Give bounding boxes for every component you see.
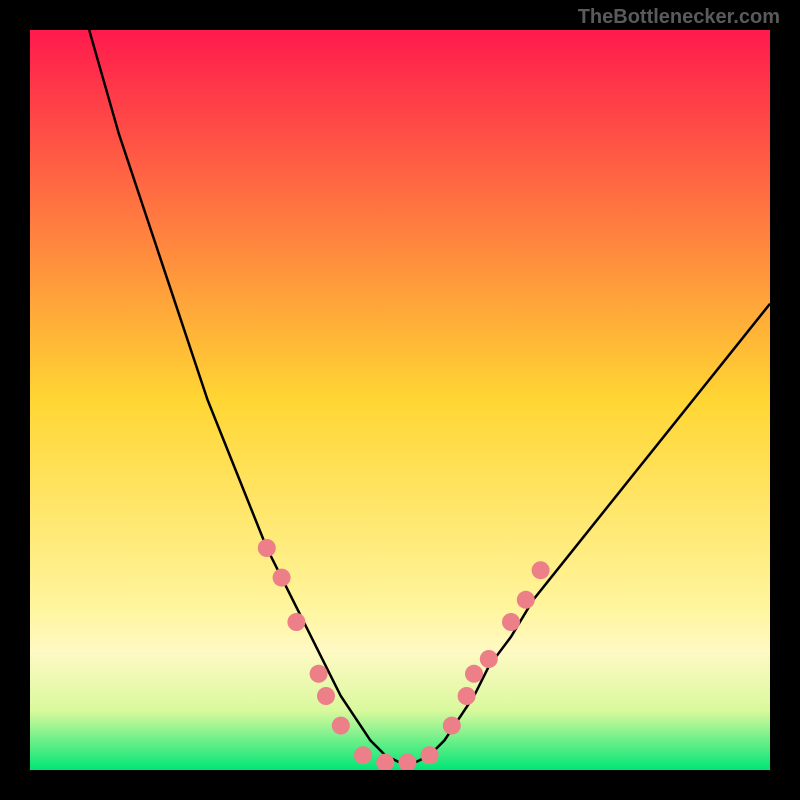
curve-marker [421, 746, 439, 764]
curve-marker [465, 665, 483, 683]
curve-marker [317, 687, 335, 705]
curve-marker [517, 591, 535, 609]
curve-marker [443, 717, 461, 735]
chart-svg [30, 30, 770, 770]
curve-marker [458, 687, 476, 705]
curve-marker [480, 650, 498, 668]
curve-marker [532, 561, 550, 579]
curve-marker [287, 613, 305, 631]
curve-marker [310, 665, 328, 683]
chart-plot-area [30, 30, 770, 770]
curve-marker [502, 613, 520, 631]
curve-marker [258, 539, 276, 557]
watermark-text: TheBottlenecker.com [578, 6, 780, 29]
curve-marker [354, 746, 372, 764]
curve-marker [273, 569, 291, 587]
curve-marker [332, 717, 350, 735]
chart-background [30, 30, 770, 770]
